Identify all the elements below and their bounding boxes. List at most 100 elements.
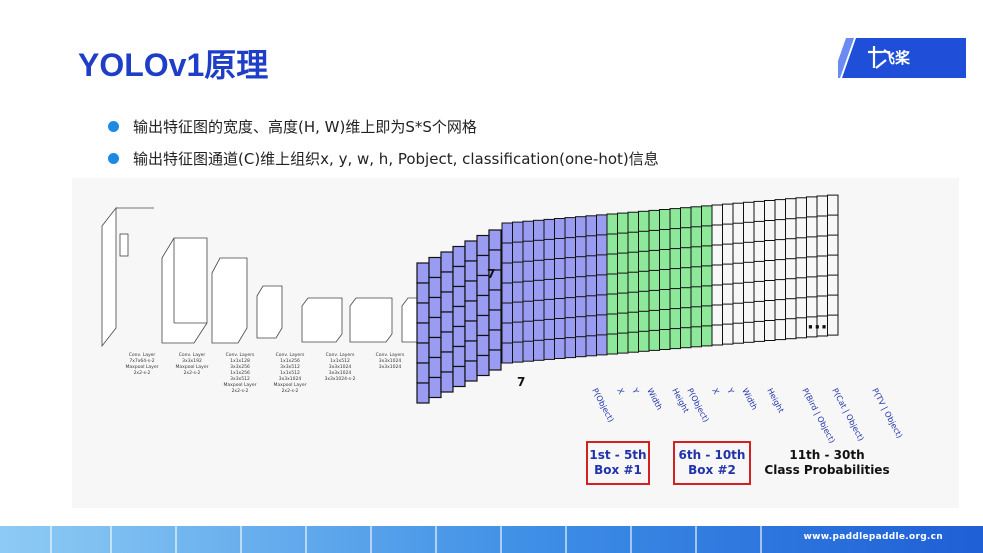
bullet-dot-icon bbox=[108, 120, 119, 132]
tensor-slice bbox=[774, 199, 786, 341]
front-face-cell bbox=[428, 296, 442, 319]
tensor-slice bbox=[669, 208, 681, 350]
front-face-cell bbox=[440, 251, 454, 273]
layer-caption: 3x3x192 bbox=[182, 358, 202, 364]
yolo-figure: Conv. Layer 7x7x64-s-2 Maxpool Layer 2x2-s-… bbox=[72, 178, 959, 508]
tensor-slice bbox=[722, 203, 734, 345]
tensor-slice bbox=[638, 210, 650, 352]
front-face-cell bbox=[452, 345, 466, 368]
layer-caption: 3x3x1024 bbox=[279, 376, 302, 382]
tensor-slice bbox=[575, 216, 587, 358]
box1-label: 1st - 5th Box #1 bbox=[587, 448, 649, 478]
tensor-slice bbox=[585, 215, 597, 357]
layer-caption: 2x2-s-2 bbox=[184, 370, 201, 376]
tensor-slice bbox=[617, 212, 629, 354]
layer-caption: 1x1x512 bbox=[280, 370, 300, 376]
front-face-cell bbox=[428, 276, 442, 299]
front-face-cell bbox=[464, 360, 478, 382]
layer-caption: 3x3x1024-s-2 bbox=[325, 376, 356, 382]
layer-captions: Conv. Layer 7x7x64-s-2Maxpool Layer 2x2-s-… bbox=[126, 352, 454, 394]
tensor-slice bbox=[764, 200, 776, 341]
tensor-slice bbox=[596, 214, 608, 356]
class-prob-line2: Class Probabilities bbox=[764, 463, 890, 477]
tensor-slice bbox=[606, 213, 618, 355]
front-face-cell bbox=[416, 262, 430, 284]
front-face-cell bbox=[452, 365, 466, 388]
tensor-slice bbox=[690, 206, 702, 348]
ellipsis-text: ··· bbox=[807, 317, 828, 338]
front-face-cell bbox=[476, 334, 490, 357]
front-face-cell bbox=[488, 329, 502, 351]
tensor-slice bbox=[795, 197, 807, 339]
front-face-cell bbox=[464, 260, 478, 282]
channel-label: X bbox=[615, 387, 626, 397]
grid-size-side: 7 bbox=[517, 375, 525, 389]
bullet-item: 输出特征图的宽度、高度(H, W)维上即为S*S个网格 bbox=[108, 110, 659, 142]
front-face-cell bbox=[416, 382, 430, 404]
tensor-slice bbox=[806, 196, 818, 338]
class-prob-line1: 11th - 30th bbox=[789, 448, 865, 462]
layer-caption: Conv. Layers bbox=[276, 352, 305, 358]
tensor-slice bbox=[501, 222, 513, 364]
channel-label: Height bbox=[765, 387, 785, 415]
bullet-text: 输出特征图通道(C)维上组织x, y, w, h, Pobject, class… bbox=[133, 149, 659, 168]
front-face-cell bbox=[476, 314, 490, 337]
layer-caption: 3x3x512 bbox=[280, 364, 300, 370]
channel-label: Y bbox=[630, 386, 641, 396]
box2-label: 6th - 10th Box #2 bbox=[674, 448, 750, 478]
slide-title: YOLOv1原理 bbox=[78, 47, 269, 83]
tensor-slice bbox=[554, 218, 566, 359]
front-face-cell bbox=[476, 234, 490, 257]
front-face-cell bbox=[452, 245, 466, 268]
tensor-slice bbox=[785, 198, 797, 340]
layer-caption: Conv. Layers bbox=[226, 352, 255, 358]
layer-caption: 3x3x1024 bbox=[329, 364, 352, 370]
layer-caption: Conv. Layer bbox=[179, 352, 206, 358]
tensor-slice bbox=[701, 205, 713, 347]
tensor-slice bbox=[680, 207, 692, 349]
box1-line2: Box #1 bbox=[594, 463, 642, 477]
channel-label: P(Object) bbox=[590, 387, 615, 424]
layer-caption: 1x1x512 bbox=[330, 358, 350, 364]
footer-url: www.paddlepaddle.org.cn bbox=[803, 532, 943, 542]
box1-line1: 1st - 5th bbox=[589, 448, 647, 462]
output-tensor bbox=[416, 194, 839, 404]
front-face-cell bbox=[464, 240, 478, 262]
tensor-slice bbox=[533, 219, 545, 361]
tensor-slice bbox=[743, 201, 755, 343]
front-face-cell bbox=[440, 311, 454, 333]
grid-size-top: 7 bbox=[487, 267, 495, 281]
front-face-cell bbox=[416, 342, 430, 364]
layer-caption: 7x7x64-s-2 bbox=[129, 358, 154, 364]
channel-label: Width bbox=[645, 387, 664, 412]
tensor-slice bbox=[627, 211, 639, 353]
front-face-cell bbox=[452, 265, 466, 288]
front-face-cell bbox=[464, 280, 478, 302]
network-architecture bbox=[101, 206, 465, 348]
layer-caption: 2x2-s-2 bbox=[282, 388, 299, 394]
front-face-cell bbox=[416, 322, 430, 344]
layer-caption: 1x1x128 bbox=[230, 358, 250, 364]
tensor-slice bbox=[711, 204, 723, 346]
channel-label: Y bbox=[725, 386, 736, 396]
front-face-cell bbox=[464, 300, 478, 322]
tensor-slice bbox=[827, 194, 839, 336]
front-face-cell bbox=[476, 354, 490, 377]
front-face-cell bbox=[452, 305, 466, 328]
front-face-cell bbox=[488, 289, 502, 311]
front-face-cell bbox=[428, 356, 442, 379]
tensor-slice bbox=[648, 209, 660, 351]
tensor-slice bbox=[564, 217, 576, 359]
channel-label: X bbox=[710, 387, 721, 397]
front-face-cell bbox=[488, 229, 502, 251]
front-face-cell bbox=[440, 271, 454, 293]
bullet-text: 输出特征图的宽度、高度(H, W)维上即为S*S个网格 bbox=[133, 117, 477, 136]
layer-caption: 3x3x1024 bbox=[379, 358, 402, 364]
bullet-dot-icon bbox=[108, 152, 119, 164]
tensor-slice bbox=[543, 218, 555, 360]
front-face-cell bbox=[440, 371, 454, 393]
layer-caption: Maxpool Layer bbox=[126, 364, 159, 370]
layer-caption: Conv. Layers bbox=[326, 352, 355, 358]
channel-label: Width bbox=[740, 387, 759, 412]
front-face-cell bbox=[416, 282, 430, 304]
